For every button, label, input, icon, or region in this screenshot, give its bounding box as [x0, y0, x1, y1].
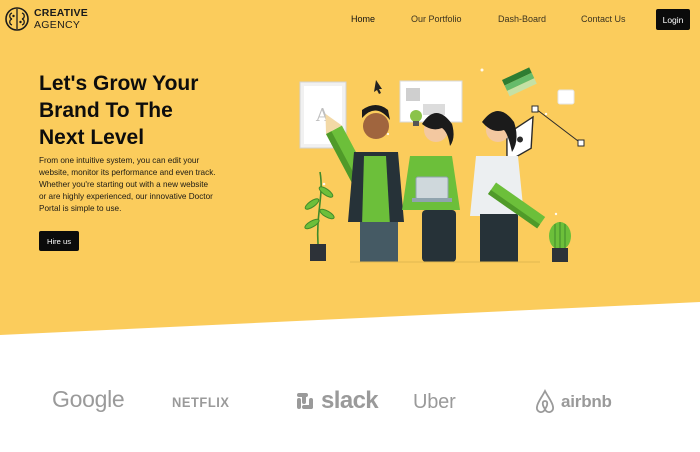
brain-icon — [5, 7, 29, 31]
hire-us-button[interactable]: Hire us — [39, 231, 79, 251]
person-woman-laptop — [402, 113, 460, 262]
person-woman-right — [470, 111, 546, 262]
airbnb-icon — [536, 389, 554, 413]
partner-logo-google: Google — [52, 386, 125, 412]
slack-icon — [297, 393, 313, 409]
team-illustration: A — [299, 67, 585, 263]
nav-contact-us[interactable]: Contact Us — [581, 14, 626, 24]
hero-title-line: Next Level — [39, 126, 145, 149]
nav-dash-board[interactable]: Dash-Board — [498, 14, 546, 24]
landing-page: CREATIVE AGENCY Home Our Portfolio Dash-… — [0, 0, 700, 452]
hero-description-line: From one intuitive system, you can edit … — [39, 156, 200, 165]
partner-logo-airbnb-text: airbnb — [561, 392, 612, 411]
cactus-plant — [549, 222, 571, 262]
hero-title-line: Let's Grow Your — [39, 72, 199, 95]
hero-title: Let's Grow Your Brand To The Next Level — [39, 70, 269, 151]
hero-description: From one intuitive system, you can edit … — [39, 155, 241, 215]
top-navbar: CREATIVE AGENCY Home Our Portfolio Dash-… — [0, 0, 700, 40]
login-button[interactable]: Login — [656, 9, 690, 30]
brand-logo[interactable]: CREATIVE AGENCY — [4, 6, 88, 32]
nav-our-portfolio[interactable]: Our Portfolio — [411, 14, 462, 24]
partner-logo-uber: Uber — [413, 391, 456, 413]
partner-logo-slack: slack — [293, 387, 379, 414]
person-man — [348, 105, 404, 262]
partner-logo-netflix: NETFLIX — [172, 394, 230, 410]
nav-home[interactable]: Home — [351, 14, 375, 24]
brand-name-line2: AGENCY — [34, 19, 81, 31]
brand-name-line1: CREATIVE — [34, 7, 88, 19]
plant-left — [304, 171, 335, 245]
partner-logo-airbnb: airbnb — [533, 389, 612, 415]
hero-title-line: Brand To The — [39, 99, 173, 122]
hero-description-line: Whether you're starting out with a new w… — [39, 180, 209, 189]
hero-description-line: website, monitor its performance and eve… — [39, 168, 216, 177]
hero-description-line: or are highly experienced, our innovativ… — [39, 192, 213, 201]
partner-logo-slack-text: slack — [321, 387, 379, 414]
hero-description-line: Portal is simple to use. — [39, 204, 122, 213]
